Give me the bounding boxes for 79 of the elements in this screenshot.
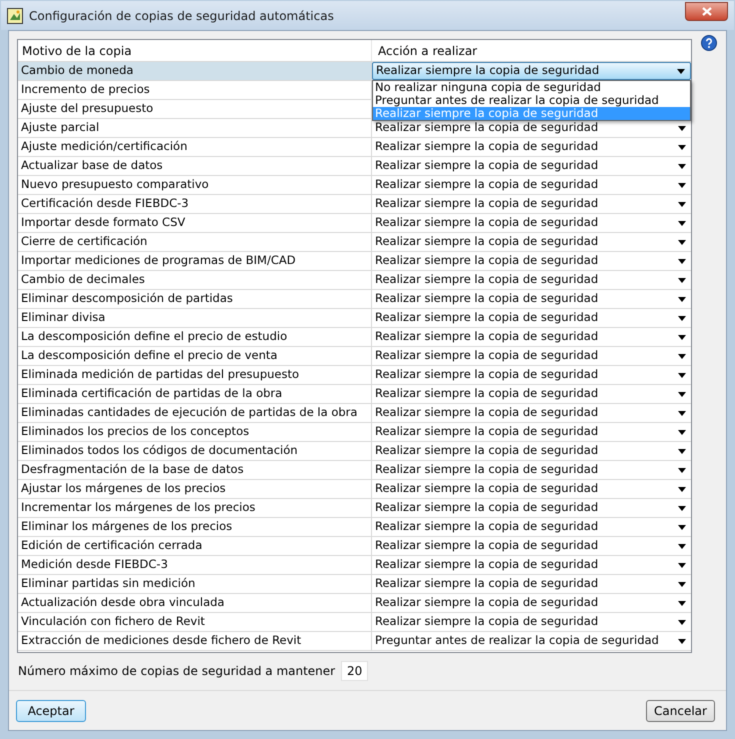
- caret-icon: [678, 372, 686, 378]
- dropdown-option[interactable]: Preguntar antes de realizar la copia de seguridad: [373, 94, 690, 107]
- caret-icon: [678, 126, 686, 130]
- caret-icon: [678, 144, 686, 150]
- caret-icon: [678, 410, 686, 416]
- action-dropdown[interactable]: Realizar siempre la copia de seguridad: [372, 119, 691, 137]
- caret-icon: [678, 524, 686, 530]
- table-cell: Actualización desde obra vinculada: [18, 594, 372, 612]
- caret-icon: [678, 448, 686, 454]
- table-cell: Vinculación con fichero de Revit: [18, 613, 372, 631]
- caret-icon: [678, 278, 686, 282]
- action-dropdown[interactable]: Realizar siempre la copia de seguridad: [372, 423, 691, 441]
- caret-icon: [677, 68, 685, 74]
- caret-icon: [678, 600, 686, 606]
- caret-icon: [678, 182, 686, 188]
- action-dropdown[interactable]: Realizar siempre la copia de seguridad: [372, 347, 691, 365]
- action-dropdown[interactable]: Realizar siempre la copia de seguridad: [372, 537, 691, 555]
- cancel-button[interactable]: Cancelar: [646, 700, 715, 722]
- table-cell: Ajustar los márgenes de los precios: [18, 480, 372, 498]
- action-dropdown[interactable]: Preguntar antes de realizar la copia de seguridad: [372, 632, 691, 650]
- action-dropdown[interactable]: Realizar siempre la copia de seguridad: [372, 385, 691, 403]
- action-dropdown[interactable]: Realizar siempre la copia de seguridad: [372, 404, 691, 422]
- action-dropdown[interactable]: Realizar siempre la copia de seguridad: [372, 195, 691, 213]
- table-cell: Actualizar base de datos: [18, 157, 372, 175]
- table-cell: Cambio de moneda: [18, 62, 372, 80]
- caret-icon: [678, 220, 686, 226]
- caret-icon: [678, 354, 686, 358]
- caret-icon: [678, 544, 686, 548]
- action-dropdown[interactable]: Realizar siempre la copia de seguridad: [372, 271, 691, 289]
- caret-icon: [678, 486, 686, 492]
- caret-icon: [678, 316, 686, 320]
- accept-button[interactable]: Aceptar: [16, 700, 86, 722]
- caret-icon: [678, 392, 686, 396]
- close-button[interactable]: [685, 2, 728, 21]
- max-copies-label: Número máximo de copias de seguridad a mantener: [18, 663, 336, 680]
- max-copies-field[interactable]: 20: [341, 661, 368, 681]
- window-title: Configuración de copias de seguridad automáticas: [29, 8, 335, 24]
- action-dropdown[interactable]: Realizar siempre la copia de seguridad: [372, 461, 691, 479]
- action-dropdown[interactable]: Realizar siempre la copia de seguridad: [372, 62, 691, 80]
- action-dropdown[interactable]: Realizar siempre la copia de seguridad: [372, 138, 691, 156]
- table-cell: Ajuste del presupuesto: [18, 100, 372, 118]
- caret-icon: [678, 468, 686, 472]
- action-dropdown[interactable]: Realizar siempre la copia de seguridad: [372, 157, 691, 175]
- action-dropdown[interactable]: Realizar siempre la copia de seguridad: [372, 613, 691, 631]
- column-header[interactable]: Motivo de la copia: [18, 40, 372, 61]
- close-icon: [702, 7, 712, 16]
- caret-icon: [678, 430, 686, 434]
- action-dropdown[interactable]: Realizar siempre la copia de seguridad: [372, 252, 691, 270]
- help-icon[interactable]: [701, 35, 717, 51]
- action-dropdown[interactable]: Realizar siempre la copia de seguridad: [372, 499, 691, 517]
- caret-icon: [678, 240, 686, 244]
- table-cell: Ajuste medición/certificación: [18, 138, 372, 156]
- caret-icon: [678, 296, 686, 302]
- action-dropdown[interactable]: Realizar siempre la copia de seguridad: [372, 575, 691, 593]
- column-header[interactable]: Acción a realizar: [372, 40, 691, 61]
- action-dropdown[interactable]: Realizar siempre la copia de seguridad: [372, 556, 691, 574]
- action-dropdown[interactable]: Realizar siempre la copia de seguridad: [372, 442, 691, 460]
- caret-icon: [678, 202, 686, 206]
- table-cell: Ajuste parcial: [18, 119, 372, 137]
- dropdown-option[interactable]: No realizar ninguna copia de seguridad: [373, 81, 690, 94]
- action-dropdown[interactable]: Realizar siempre la copia de seguridad: [372, 328, 691, 346]
- caret-icon: [678, 620, 686, 624]
- caret-icon: [678, 506, 686, 510]
- action-dropdown[interactable]: Realizar siempre la copia de seguridad: [372, 290, 691, 308]
- action-dropdown[interactable]: Realizar siempre la copia de seguridad: [372, 366, 691, 384]
- caret-icon: [678, 562, 686, 568]
- action-dropdown[interactable]: Realizar siempre la copia de seguridad: [372, 214, 691, 232]
- caret-icon: [678, 638, 686, 644]
- action-dropdown[interactable]: Realizar siempre la copia de seguridad: [372, 518, 691, 536]
- app-icon: [7, 8, 23, 24]
- caret-icon: [678, 258, 686, 264]
- action-dropdown[interactable]: Realizar siempre la copia de seguridad: [372, 233, 691, 251]
- caret-icon: [678, 334, 686, 340]
- action-dropdown[interactable]: Realizar siempre la copia de seguridad: [372, 480, 691, 498]
- action-dropdown[interactable]: Realizar siempre la copia de seguridad: [372, 594, 691, 612]
- action-dropdown[interactable]: Realizar siempre la copia de seguridad: [372, 309, 691, 327]
- action-dropdown[interactable]: Realizar siempre la copia de seguridad: [372, 176, 691, 194]
- caret-icon: [678, 582, 686, 586]
- caret-icon: [678, 164, 686, 168]
